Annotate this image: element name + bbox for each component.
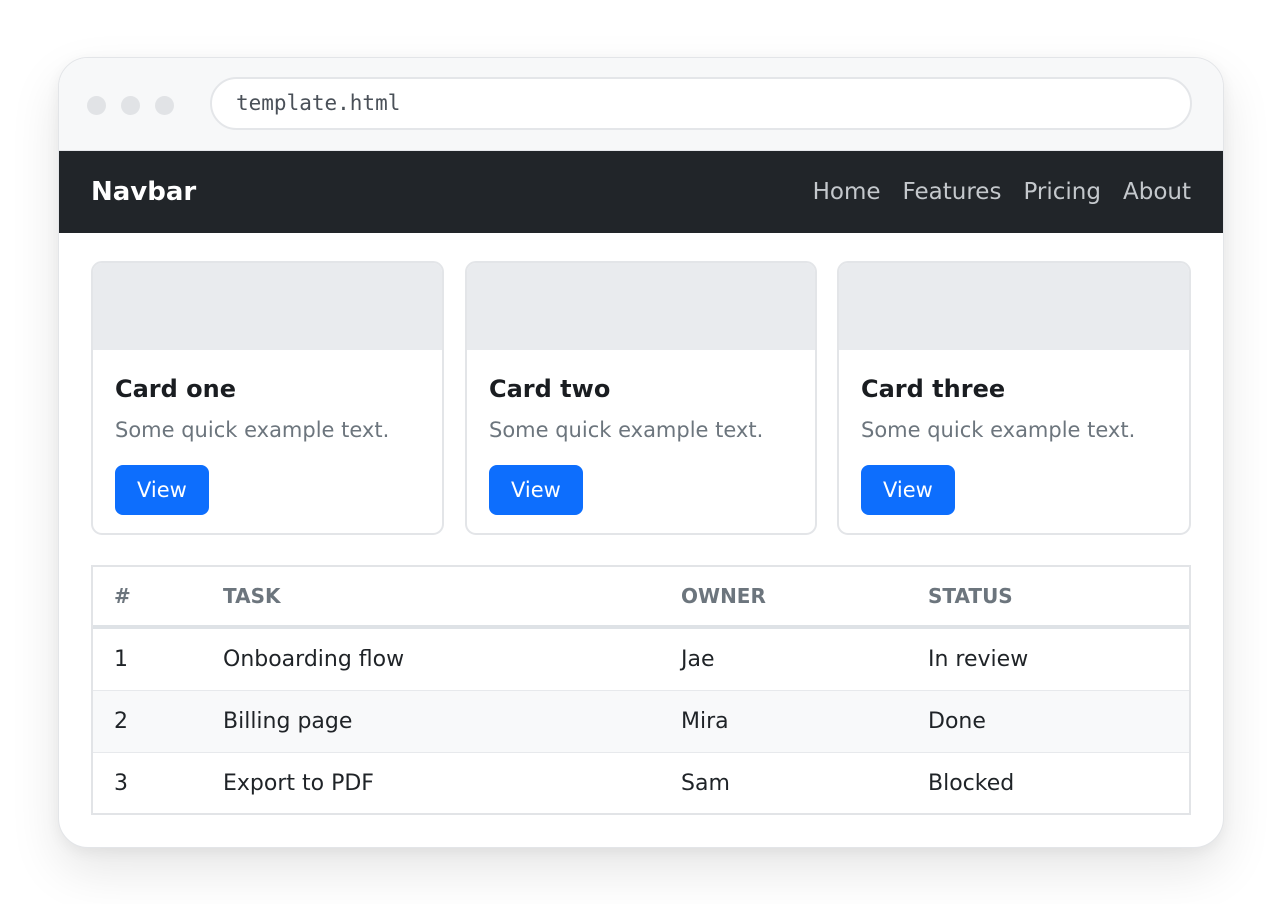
card-text: Some quick example text. — [489, 418, 764, 442]
window-minimize-dot[interactable] — [121, 96, 140, 115]
browser-titlebar: template.html — [59, 58, 1223, 151]
cell-task: Billing page — [223, 690, 681, 753]
nav-link-home[interactable]: Home — [813, 151, 881, 233]
card-two-view-button[interactable]: View — [489, 465, 583, 515]
column-header-owner: OWNER — [681, 567, 928, 629]
column-header-task: TASK — [223, 567, 681, 629]
window-close-dot[interactable] — [87, 96, 106, 115]
address-bar[interactable]: template.html — [210, 77, 1192, 130]
cell-number: 1 — [93, 627, 223, 691]
cell-owner: Jae — [681, 627, 928, 691]
table-row: 1 Onboarding flow Jae In review — [93, 627, 1189, 691]
table-row: 2 Billing page Mira Done — [93, 690, 1189, 753]
table-header-row: # TASK OWNER STATUS — [93, 567, 1189, 629]
card-text: Some quick example text. — [861, 418, 1136, 442]
cell-number: 3 — [114, 771, 128, 796]
browser-window: template.html Navbar Home Features Prici… — [58, 57, 1224, 848]
cell-number: 2 — [93, 690, 223, 753]
cell-task: Onboarding flow — [223, 627, 681, 691]
card-image-placeholder — [839, 263, 1189, 350]
card-image-placeholder — [93, 263, 442, 350]
cell-task: Export to PDF — [223, 771, 374, 796]
navbar: Navbar Home Features Pricing About — [59, 151, 1223, 233]
card-three-view-button[interactable]: View — [861, 465, 955, 515]
nav-link-about[interactable]: About — [1123, 151, 1191, 233]
tasks-table: # TASK OWNER STATUS 1 Onboarding flow Ja… — [91, 565, 1191, 815]
cell-status: Blocked — [928, 771, 1015, 796]
cell-owner: Mira — [681, 690, 928, 753]
navbar-brand[interactable]: Navbar — [91, 151, 196, 233]
card-title: Card three — [861, 375, 1006, 403]
cell-status: In review — [928, 627, 1189, 691]
card-row: Card one Some quick example text. View C… — [91, 261, 1191, 537]
card-text: Some quick example text. — [115, 418, 390, 442]
navbar-links: Home Features Pricing About — [813, 151, 1191, 233]
tasks-table-grid: # TASK OWNER STATUS 1 Onboarding flow Ja… — [93, 567, 1189, 814]
window-maximize-dot[interactable] — [155, 96, 174, 115]
card-title: Card one — [115, 375, 237, 403]
nav-link-features[interactable]: Features — [903, 151, 1002, 233]
column-header-status: STATUS — [928, 567, 1189, 629]
cell-status: Done — [928, 690, 1189, 753]
card-three: Card three Some quick example text. View — [837, 261, 1191, 535]
nav-link-pricing[interactable]: Pricing — [1023, 151, 1101, 233]
card-image-placeholder — [467, 263, 815, 350]
card-two: Card two Some quick example text. View — [465, 261, 817, 535]
table-row: 3 Export to PDF Sam Blocked — [93, 753, 1189, 815]
cell-owner: Sam — [681, 771, 730, 796]
card-title: Card two — [489, 375, 611, 403]
card-one: Card one Some quick example text. View — [91, 261, 444, 535]
card-one-view-button[interactable]: View — [115, 465, 209, 515]
column-header-number: # — [93, 567, 223, 629]
